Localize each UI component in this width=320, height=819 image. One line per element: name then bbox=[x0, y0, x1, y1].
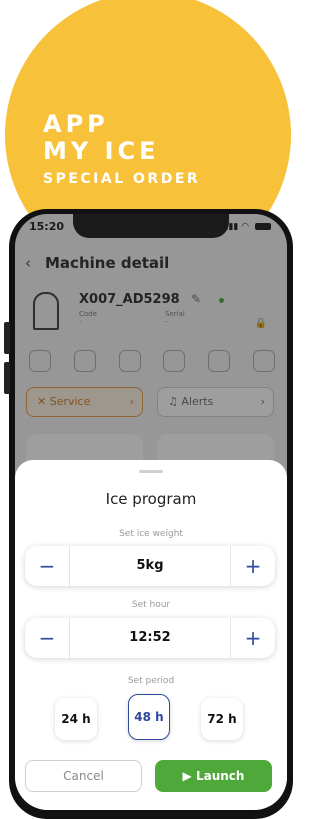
cancel-button[interactable]: Cancel bbox=[25, 760, 142, 792]
sheet-grab-handle[interactable] bbox=[139, 470, 163, 473]
period-option-72h[interactable]: 72 h bbox=[201, 698, 243, 740]
sheet-title: Ice program bbox=[105, 490, 197, 508]
launch-label: Launch bbox=[195, 769, 245, 783]
weight-stepper: − 5kg + bbox=[25, 546, 275, 586]
period-label: Set period bbox=[127, 676, 175, 686]
phone-side-button bbox=[4, 322, 10, 354]
hour-increase-button[interactable]: + bbox=[230, 618, 275, 658]
launch-button[interactable]: ▶ Launch bbox=[155, 760, 272, 792]
period-option-24h[interactable]: 24 h bbox=[55, 698, 97, 740]
weight-label: Set ice weight bbox=[119, 529, 183, 539]
hour-value: 12:52 bbox=[129, 630, 171, 645]
promo-line-special-order: SPECIAL ORDER bbox=[43, 171, 201, 187]
weight-increase-button[interactable]: + bbox=[230, 546, 275, 586]
promo-line-app: APP bbox=[43, 110, 109, 138]
period-option-48h[interactable]: 48 h bbox=[128, 694, 170, 740]
weight-decrease-button[interactable]: − bbox=[25, 546, 70, 586]
promo-line-my-ice: MY ICE bbox=[43, 137, 160, 165]
play-icon: ▶ bbox=[182, 769, 192, 783]
weight-value: 5kg bbox=[136, 558, 164, 573]
phone-screen: 15:20 ▮▮▮ ◠ ‹ Machine detail X007_AD5298… bbox=[15, 214, 287, 810]
hour-decrease-button[interactable]: − bbox=[25, 618, 70, 658]
phone-side-button bbox=[4, 362, 10, 394]
hour-label: Set hour bbox=[131, 600, 171, 610]
hour-stepper: − 12:52 + bbox=[25, 618, 275, 658]
